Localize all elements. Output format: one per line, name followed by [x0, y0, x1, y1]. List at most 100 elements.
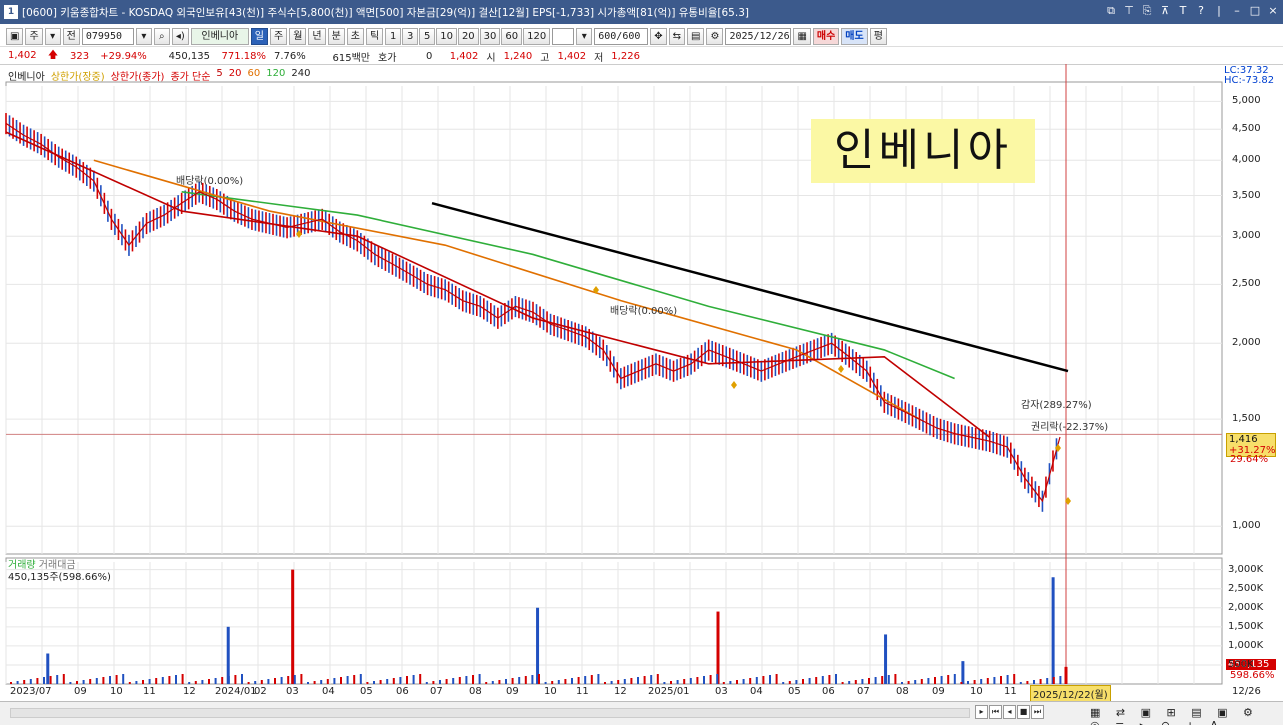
prev-button[interactable]: 전: [62, 27, 80, 45]
price-tick-label: 4,000: [1232, 154, 1261, 166]
legend-ma-120: 120: [266, 68, 286, 79]
stock-chart[interactable]: [0, 64, 1283, 686]
volume-bar: [1019, 682, 1022, 684]
volume-tick-label: 1,500K: [1228, 620, 1264, 632]
volume-bar: [1013, 674, 1016, 684]
volume-bar: [69, 682, 72, 684]
scroll-back-icon[interactable]: ◂: [1003, 705, 1016, 719]
buy-button[interactable]: 매수: [812, 27, 840, 45]
minimize-icon[interactable]: –: [1231, 4, 1243, 18]
volume-bar: [551, 681, 554, 684]
scroll-start-icon[interactable]: ▸: [975, 705, 988, 719]
calendar-icon[interactable]: ▦: [793, 27, 811, 45]
volume-bar: [128, 682, 131, 684]
volume-bar: [326, 679, 329, 684]
second-button[interactable]: 초: [346, 27, 364, 45]
price-tick-label: 4,500: [1232, 123, 1261, 135]
count-input[interactable]: 600/600: [594, 27, 649, 45]
x-tick-label: 2024/01: [215, 686, 257, 697]
volume-bar: [36, 678, 39, 684]
chart-scrollbar[interactable]: [10, 708, 970, 718]
week-button[interactable]: 주: [269, 27, 288, 45]
interval-120-button[interactable]: 120: [523, 27, 551, 45]
bottom-bar: ▸ ⏮ ◂ ■ ⏭ ▦ ⇄ ▣ ⊞ ▤ ▣ ⚙ ◎ ≡ ▸ ⊖ + A: [0, 701, 1283, 725]
x-tick-label: 09: [506, 686, 519, 697]
scroll-prev-icon[interactable]: ⏮: [989, 705, 1002, 719]
volume-bar: [920, 679, 923, 684]
x-tick-label: 07: [430, 686, 443, 697]
save-icon[interactable]: ▤: [687, 27, 705, 45]
volume-bar: [947, 675, 950, 684]
volume-bar: [280, 677, 283, 684]
legend-ma-label: 종가 단순: [170, 72, 211, 83]
interval-input[interactable]: [552, 27, 575, 45]
avg-button[interactable]: 평: [869, 27, 887, 45]
volume-bar: [260, 680, 263, 684]
speaker-icon[interactable]: ◂): [171, 27, 189, 45]
volume-bar: [993, 677, 996, 684]
month-button[interactable]: 월: [289, 27, 307, 45]
trend-line: [431, 201, 1069, 373]
volume-bar: [274, 678, 276, 684]
interval-20-button[interactable]: 20: [457, 27, 479, 45]
volume-bar: [505, 679, 507, 684]
stock-name-field[interactable]: 인베니아: [190, 27, 249, 45]
interval-3-button[interactable]: 3: [402, 27, 419, 45]
scroll-next-icon[interactable]: ⏭: [1031, 705, 1044, 719]
interval-10-button[interactable]: 10: [436, 27, 457, 45]
legend-ma-240: 240: [291, 68, 311, 79]
current-price: 1,402 🡅: [0, 48, 62, 65]
maximize-icon[interactable]: □: [1249, 4, 1261, 18]
dropdown-icon[interactable]: ▾: [44, 27, 61, 45]
chart-tools[interactable]: ▦ ⇄ ▣ ⊞ ▤ ▣ ⚙ ◎ ≡ ▸ ⊖ + A: [1090, 706, 1283, 725]
date-tag: 12/26: [1232, 686, 1261, 697]
volume-bar: [703, 676, 705, 684]
minute-button[interactable]: 분: [327, 27, 345, 45]
interval-5-button[interactable]: 5: [419, 27, 436, 45]
interval-buttons: 1 3 5 10 20 30 60 120: [385, 27, 551, 45]
volume-legend-label: 거래량: [8, 560, 36, 571]
gear-icon[interactable]: ⚙: [706, 27, 724, 45]
compare-icon[interactable]: ⇆: [668, 27, 686, 45]
volume-bar: [439, 680, 441, 684]
close-icon[interactable]: ×: [1267, 4, 1279, 18]
interval-1-button[interactable]: 1: [385, 27, 402, 45]
stock-code-input[interactable]: 079950: [81, 27, 134, 45]
pin-icon[interactable]: ⊤: [1123, 4, 1135, 18]
text-icon[interactable]: T: [1177, 4, 1189, 18]
volume-bar: [353, 675, 356, 684]
volume-bar: [769, 675, 771, 684]
volume-bar: [986, 678, 989, 684]
crosshair-icon[interactable]: ✥: [650, 27, 667, 45]
day-button[interactable]: 일: [250, 27, 268, 45]
date-input[interactable]: 2025/12/26: [725, 27, 792, 45]
sell-button[interactable]: 매도: [841, 27, 868, 45]
x-tick-label: 09: [932, 686, 945, 697]
search-icon[interactable]: ⌕: [153, 27, 170, 45]
upper-limit-marker: [731, 381, 737, 389]
code-dropdown-icon[interactable]: ▾: [135, 27, 152, 45]
period-select[interactable]: 주: [25, 27, 43, 45]
volume-tick-label: 500K: [1228, 658, 1254, 670]
year-button[interactable]: 년: [308, 27, 326, 45]
volume-bar: [392, 678, 395, 684]
volume-bar: [861, 679, 864, 684]
volume-bar: [307, 682, 309, 684]
stop-icon[interactable]: ■: [1017, 705, 1030, 719]
x-tick-label: 08: [896, 686, 909, 697]
restore-icon[interactable]: ⧉: [1105, 4, 1117, 18]
dividend-annotation: 배당락(0.00%): [176, 176, 244, 187]
help-icon[interactable]: ?: [1195, 4, 1207, 18]
chart-type-icon[interactable]: ▣: [6, 27, 24, 45]
copy-icon[interactable]: ⎘: [1141, 4, 1153, 18]
link-icon[interactable]: ⊼: [1159, 4, 1171, 18]
rights-annotation: 권리락(-22.37%): [1031, 422, 1109, 433]
volume-bar: [82, 680, 85, 684]
volume-bar: [584, 676, 587, 684]
tick-button[interactable]: 틱: [366, 27, 384, 45]
volume-bar: [736, 680, 738, 684]
volume-bar: [775, 674, 778, 684]
interval-dropdown-icon[interactable]: ▾: [576, 27, 593, 45]
interval-60-button[interactable]: 60: [501, 27, 523, 45]
interval-30-button[interactable]: 30: [479, 27, 501, 45]
